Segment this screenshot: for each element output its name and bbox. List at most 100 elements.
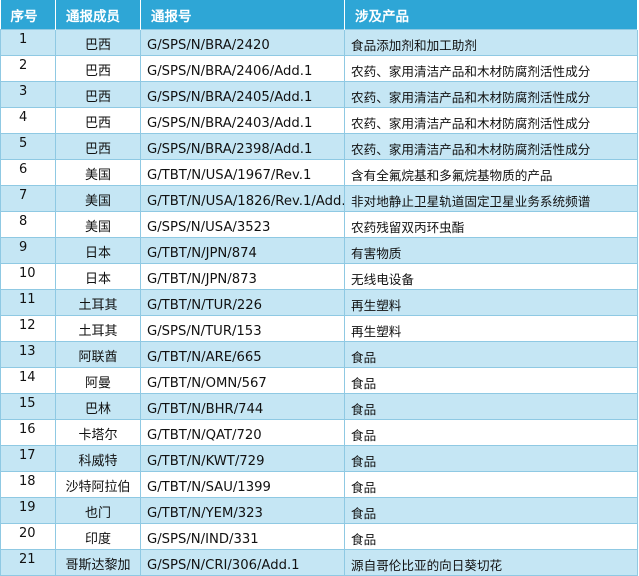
table-row: 1 巴西 G/SPS/N/BRA/2420 食品添加剂和加工助剂 bbox=[0, 29, 638, 56]
table-row: 13 阿联酋 G/TBT/N/ARE/665 食品 bbox=[0, 341, 638, 368]
table-row: 8 美国 G/SPS/N/USA/3523 农药残留双丙环虫酯 bbox=[0, 211, 638, 238]
row-products: 有害物质 bbox=[344, 237, 638, 264]
row-index: 7 bbox=[0, 185, 56, 212]
row-notification-number: G/TBT/N/JPN/874 bbox=[140, 237, 345, 264]
table-row: 15 巴林 G/TBT/N/BHR/744 食品 bbox=[0, 393, 638, 420]
table-row: 3 巴西 G/SPS/N/BRA/2405/Add.1 农药、家用清洁产品和木材防腐剂… bbox=[0, 81, 638, 108]
row-notification-number: G/TBT/N/KWT/729 bbox=[140, 445, 345, 472]
row-notification-number: G/SPS/N/BRA/2403/Add.1 bbox=[140, 107, 345, 134]
row-notification-number: G/SPS/N/CRI/306/Add.1 bbox=[140, 549, 345, 576]
row-products: 食品 bbox=[344, 471, 638, 498]
row-products: 源自哥伦比亚的向日葵切花 bbox=[344, 549, 638, 576]
header-member: 通报成员 bbox=[55, 0, 141, 30]
row-products: 食品 bbox=[344, 445, 638, 472]
row-index: 14 bbox=[0, 367, 56, 394]
row-index: 18 bbox=[0, 471, 56, 498]
notification-table: 序号 通报成员 通报号 涉及产品 1 巴西 G/SPS/N/BRA/2420 食品添加… bbox=[0, 0, 638, 576]
row-notification-number: G/SPS/N/USA/3523 bbox=[140, 211, 345, 238]
row-products: 农药残留双丙环虫酯 bbox=[344, 211, 638, 238]
row-member: 卡塔尔 bbox=[55, 419, 141, 446]
row-member: 美国 bbox=[55, 159, 141, 186]
row-notification-number: G/SPS/N/BRA/2398/Add.1 bbox=[140, 133, 345, 160]
row-index: 4 bbox=[0, 107, 56, 134]
table-row: 10 日本 G/TBT/N/JPN/873 无线电设备 bbox=[0, 263, 638, 290]
row-notification-number: G/TBT/N/ARE/665 bbox=[140, 341, 345, 368]
table-row: 6 美国 G/TBT/N/USA/1967/Rev.1 含有全氟烷基和多氟烷基物质的产… bbox=[0, 159, 638, 186]
row-products: 农药、家用清洁产品和木材防腐剂活性成分 bbox=[344, 81, 638, 108]
row-index: 13 bbox=[0, 341, 56, 368]
table-row: 19 也门 G/TBT/N/YEM/323 食品 bbox=[0, 497, 638, 524]
row-notification-number: G/SPS/N/BRA/2420 bbox=[140, 29, 345, 56]
row-notification-number: G/TBT/N/QAT/720 bbox=[140, 419, 345, 446]
header-notification-number: 通报号 bbox=[140, 0, 345, 30]
row-notification-number: G/TBT/N/SAU/1399 bbox=[140, 471, 345, 498]
row-member: 日本 bbox=[55, 263, 141, 290]
table-row: 20 印度 G/SPS/N/IND/331 食品 bbox=[0, 523, 638, 550]
row-index: 12 bbox=[0, 315, 56, 342]
row-index: 1 bbox=[0, 29, 56, 56]
row-index: 11 bbox=[0, 289, 56, 316]
row-member: 巴西 bbox=[55, 81, 141, 108]
row-index: 5 bbox=[0, 133, 56, 160]
row-products: 食品 bbox=[344, 341, 638, 368]
row-member: 美国 bbox=[55, 185, 141, 212]
table-row: 17 科威特 G/TBT/N/KWT/729 食品 bbox=[0, 445, 638, 472]
row-products: 食品 bbox=[344, 497, 638, 524]
notification-table-page: 序号 通报成员 通报号 涉及产品 1 巴西 G/SPS/N/BRA/2420 食品添加… bbox=[0, 0, 639, 576]
table-body: 1 巴西 G/SPS/N/BRA/2420 食品添加剂和加工助剂 2 巴西 G/SPS/N/… bbox=[0, 29, 638, 576]
table-row: 12 土耳其 G/SPS/N/TUR/153 再生塑料 bbox=[0, 315, 638, 342]
table-row: 5 巴西 G/SPS/N/BRA/2398/Add.1 农药、家用清洁产品和木材防腐剂… bbox=[0, 133, 638, 160]
row-products: 食品 bbox=[344, 367, 638, 394]
row-index: 15 bbox=[0, 393, 56, 420]
table-row: 14 阿曼 G/TBT/N/OMN/567 食品 bbox=[0, 367, 638, 394]
row-products: 含有全氟烷基和多氟烷基物质的产品 bbox=[344, 159, 638, 186]
header-index: 序号 bbox=[0, 0, 56, 30]
header-products: 涉及产品 bbox=[344, 0, 638, 30]
table-row: 16 卡塔尔 G/TBT/N/QAT/720 食品 bbox=[0, 419, 638, 446]
table-header-row: 序号 通报成员 通报号 涉及产品 bbox=[0, 0, 638, 30]
table-row: 9 日本 G/TBT/N/JPN/874 有害物质 bbox=[0, 237, 638, 264]
row-member: 阿联酋 bbox=[55, 341, 141, 368]
row-member: 巴西 bbox=[55, 55, 141, 82]
row-member: 沙特阿拉伯 bbox=[55, 471, 141, 498]
table-row: 7 美国 G/TBT/N/USA/1826/Rev.1/Add.2 非对地静止卫星轨道… bbox=[0, 185, 638, 212]
row-products: 无线电设备 bbox=[344, 263, 638, 290]
row-member: 巴西 bbox=[55, 29, 141, 56]
row-index: 2 bbox=[0, 55, 56, 82]
row-notification-number: G/TBT/N/YEM/323 bbox=[140, 497, 345, 524]
row-products: 农药、家用清洁产品和木材防腐剂活性成分 bbox=[344, 55, 638, 82]
row-products: 食品添加剂和加工助剂 bbox=[344, 29, 638, 56]
row-products: 食品 bbox=[344, 523, 638, 550]
row-index: 3 bbox=[0, 81, 56, 108]
row-products: 农药、家用清洁产品和木材防腐剂活性成分 bbox=[344, 133, 638, 160]
row-index: 6 bbox=[0, 159, 56, 186]
row-index: 10 bbox=[0, 263, 56, 290]
row-notification-number: G/SPS/N/BRA/2405/Add.1 bbox=[140, 81, 345, 108]
row-products: 食品 bbox=[344, 393, 638, 420]
row-member: 也门 bbox=[55, 497, 141, 524]
row-member: 日本 bbox=[55, 237, 141, 264]
table-row: 18 沙特阿拉伯 G/TBT/N/SAU/1399 食品 bbox=[0, 471, 638, 498]
row-member: 巴林 bbox=[55, 393, 141, 420]
row-index: 20 bbox=[0, 523, 56, 550]
row-member: 土耳其 bbox=[55, 315, 141, 342]
row-notification-number: G/TBT/N/USA/1967/Rev.1 bbox=[140, 159, 345, 186]
row-products: 再生塑料 bbox=[344, 289, 638, 316]
row-member: 巴西 bbox=[55, 107, 141, 134]
row-member: 美国 bbox=[55, 211, 141, 238]
row-index: 17 bbox=[0, 445, 56, 472]
row-notification-number: G/TBT/N/USA/1826/Rev.1/Add.2 bbox=[140, 185, 345, 212]
row-member: 科威特 bbox=[55, 445, 141, 472]
row-member: 哥斯达黎加 bbox=[55, 549, 141, 576]
row-products: 农药、家用清洁产品和木材防腐剂活性成分 bbox=[344, 107, 638, 134]
table-row: 2 巴西 G/SPS/N/BRA/2406/Add.1 农药、家用清洁产品和木材防腐剂… bbox=[0, 55, 638, 82]
row-index: 21 bbox=[0, 549, 56, 576]
row-member: 印度 bbox=[55, 523, 141, 550]
table-row: 4 巴西 G/SPS/N/BRA/2403/Add.1 农药、家用清洁产品和木材防腐剂… bbox=[0, 107, 638, 134]
row-products: 非对地静止卫星轨道固定卫星业务系统频谱 bbox=[344, 185, 638, 212]
row-index: 16 bbox=[0, 419, 56, 446]
table-row: 21 哥斯达黎加 G/SPS/N/CRI/306/Add.1 源自哥伦比亚的向日葵切花 bbox=[0, 549, 638, 576]
row-index: 19 bbox=[0, 497, 56, 524]
row-notification-number: G/TBT/N/JPN/873 bbox=[140, 263, 345, 290]
row-notification-number: G/SPS/N/TUR/153 bbox=[140, 315, 345, 342]
